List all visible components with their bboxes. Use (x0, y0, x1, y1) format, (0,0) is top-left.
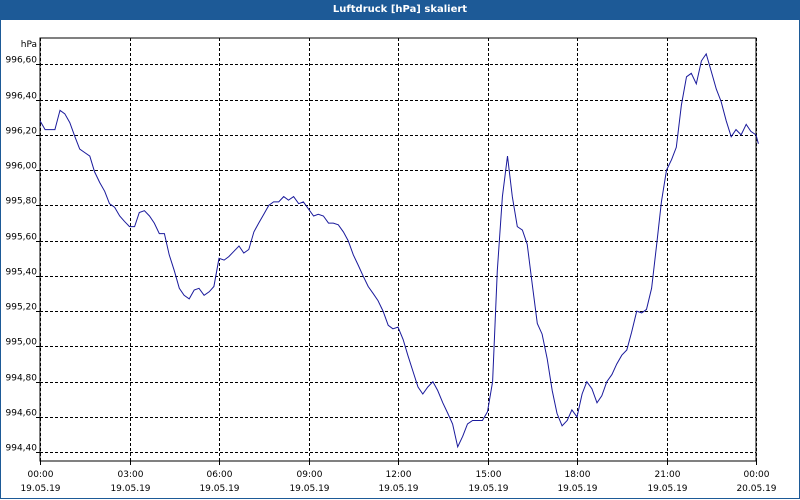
y-tick-label: 994,40 (6, 444, 38, 454)
x-tick-date-label: 19.05.19 (647, 484, 687, 494)
x-tick-date-label: 19.05.19 (378, 484, 418, 494)
y-axis-unit: hPa (21, 40, 37, 50)
y-tick-label: 996,40 (6, 92, 38, 102)
x-tick-time-label: 09:00 (297, 470, 323, 480)
x-tick-date-label: 19.05.19 (557, 484, 597, 494)
y-tick-label: 996,00 (6, 162, 38, 172)
x-tick-time-label: 18:00 (565, 470, 591, 480)
line-chart: 994,40 994,60 994,80 995,00 995,20 995,40 995,… (6, 37, 777, 494)
y-tick-label: 995,00 (6, 338, 38, 348)
x-tick-date-label: 19.05.19 (289, 484, 329, 494)
x-tick-time-label: 00:00 (28, 470, 54, 480)
y-tick-label: 996,60 (6, 56, 38, 66)
y-tick-label: 995,20 (6, 303, 38, 313)
x-tick-date-label: 19.05.19 (20, 484, 60, 494)
x-tick-time-label: 12:00 (386, 470, 412, 480)
y-tick-label: 994,60 (6, 409, 38, 419)
y-tick-label: 995,40 (6, 268, 38, 278)
x-tick-date-label: 19.05.19 (199, 484, 239, 494)
x-tick-time-label: 00:00 (744, 470, 770, 480)
y-tick-label: 995,80 (6, 197, 38, 207)
x-tick-date-label: 19.05.19 (468, 484, 508, 494)
x-tick-date-label: 19.05.19 (110, 484, 150, 494)
x-tick-time-label: 06:00 (207, 470, 233, 480)
y-tick-label: 996,20 (6, 127, 38, 137)
x-tick-time-label: 03:00 (118, 470, 144, 480)
x-tick-time-label: 15:00 (476, 470, 502, 480)
y-tick-label: 995,60 (6, 233, 38, 243)
x-tick-date-label: 20.05.19 (736, 484, 776, 494)
x-tick-time-label: 21:00 (655, 470, 681, 480)
y-tick-label: 994,80 (6, 374, 38, 384)
